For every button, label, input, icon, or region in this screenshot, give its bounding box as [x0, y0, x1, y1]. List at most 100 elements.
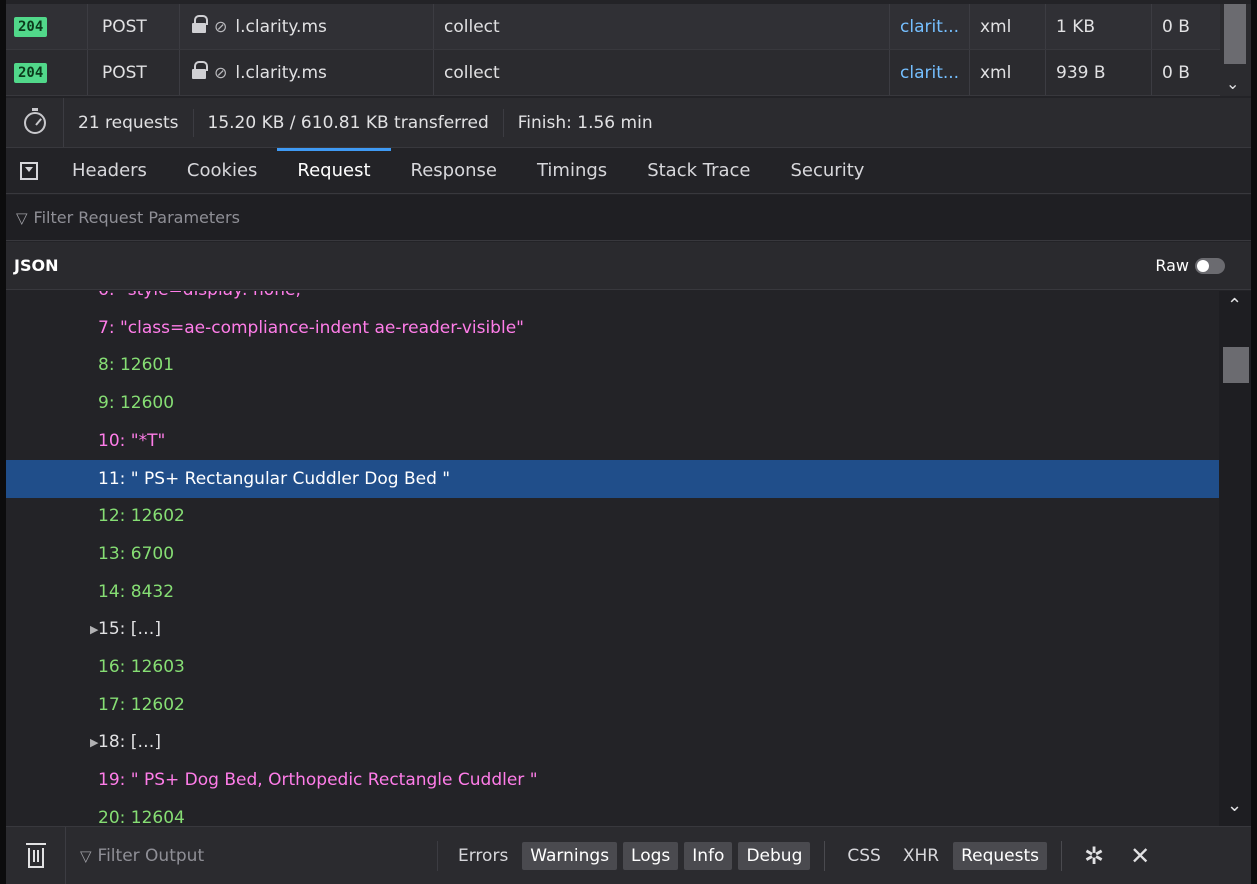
trash-icon	[25, 842, 46, 868]
tab-cookies[interactable]: Cookies	[167, 148, 277, 193]
json-tree-row[interactable]: 10: "*T"	[6, 422, 1219, 460]
json-value: 18: […]	[98, 732, 162, 753]
json-section-header[interactable]: JSON Raw	[6, 242, 1251, 290]
performance-button[interactable]	[6, 98, 64, 147]
json-value: 9: 12600	[98, 393, 175, 414]
json-tree-scrollbar[interactable]: ⌃ ⌄	[1219, 291, 1251, 826]
summary-bar: 21 requests 15.20 KB / 610.81 KB transfe…	[6, 98, 1251, 148]
scrollbar-thumb[interactable]	[1224, 4, 1246, 64]
request-list-scrollbar[interactable]: ⌄	[1220, 4, 1251, 96]
raw-label: Raw	[1155, 256, 1189, 275]
json-tree-row[interactable]: 12: 12602	[6, 497, 1219, 535]
json-value: 15: […]	[98, 619, 162, 640]
method-cell: POST	[88, 4, 180, 49]
json-value: 20: 12604	[98, 807, 185, 826]
json-value: 11: " PS+ Rectangular Cuddler Dog Bed "	[98, 468, 451, 489]
json-value: 19: " PS+ Dog Bed, Orthopedic Rectangle …	[98, 770, 538, 791]
json-value: 7: "class=ae-compliance-indent ae-reader…	[98, 317, 524, 338]
json-tree-row[interactable]: 17: 12602	[6, 686, 1219, 724]
filter-warnings-button[interactable]: Warnings	[522, 841, 618, 870]
file-cell: collect	[434, 4, 890, 49]
gear-icon[interactable]: ✲	[1070, 842, 1118, 870]
filter-output-input[interactable]: ▽ Filter Output	[66, 840, 438, 871]
json-tree-row[interactable]: 20: 12604	[6, 799, 1219, 826]
filter-info-button[interactable]: Info	[684, 841, 733, 870]
raw-switch[interactable]	[1195, 257, 1225, 274]
filter-logs-button[interactable]: Logs	[623, 841, 679, 870]
json-label: JSON	[14, 256, 59, 275]
json-tree-row[interactable]: 9: 12600	[6, 384, 1219, 422]
json-tree-row[interactable]: 7: "class=ae-compliance-indent ae-reader…	[6, 309, 1219, 347]
console-toolbar: ▽ Filter Output Errors Warnings Logs Info De…	[6, 826, 1251, 884]
tracker-icon: ⊘	[214, 17, 228, 36]
json-value: 6: "style=display: none;"	[98, 291, 309, 300]
filter-errors-button[interactable]: Errors	[450, 842, 516, 870]
filter-debug-button[interactable]: Debug	[738, 841, 811, 870]
tab-request[interactable]: Request	[277, 148, 391, 193]
json-value: 17: 12602	[98, 694, 185, 715]
transferred-cell: 939 B	[1046, 50, 1152, 95]
size-cell: 0 B	[1162, 16, 1190, 37]
chevron-up-icon[interactable]: ⌃	[1227, 295, 1242, 316]
twisty-icon[interactable]: ▶	[90, 736, 98, 749]
type-cell: xml	[970, 4, 1046, 49]
divider	[824, 840, 826, 871]
request-row[interactable]: 204 POST ⊘ l.clarity.ms collect clarit..…	[6, 4, 1220, 50]
status-badge: 204	[14, 62, 48, 83]
tracker-icon: ⊘	[214, 63, 228, 82]
tab-security[interactable]: Security	[771, 148, 885, 193]
json-tree-row[interactable]: 8: 12601	[6, 346, 1219, 384]
filter-css-button[interactable]: CSS	[839, 842, 888, 870]
initiator-link[interactable]: clarit...	[890, 50, 970, 95]
tab-timings[interactable]: Timings	[517, 148, 627, 193]
file-cell: collect	[434, 50, 890, 95]
raw-toggle[interactable]: Raw	[1155, 256, 1225, 275]
filter-output-placeholder: Filter Output	[97, 845, 205, 866]
timer-icon	[23, 107, 46, 134]
status-badge: 204	[14, 16, 48, 37]
json-tree: 6: "style=display: none;" 7: "class=ae-co…	[6, 291, 1219, 826]
panel-toggle-icon	[20, 161, 38, 180]
json-tree-row[interactable]: 19: " PS+ Dog Bed, Orthopedic Rectangle …	[6, 761, 1219, 799]
twisty-icon[interactable]: ▶	[90, 623, 98, 636]
json-tree-row[interactable]: 11: " PS+ Rectangular Cuddler Dog Bed "	[6, 459, 1219, 498]
details-tabs: Headers Cookies Request Response Timings…	[6, 148, 1251, 194]
scrollbar-thumb[interactable]	[1223, 347, 1249, 383]
request-row[interactable]: 204 POST ⊘ l.clarity.ms collect clarit..…	[6, 50, 1220, 96]
json-tree-row[interactable]: 14: 8432	[6, 573, 1219, 611]
devtools-network-panel: 204 POST ⊘ l.clarity.ms collect clarit..…	[6, 0, 1251, 884]
size-cell: 0 B	[1162, 62, 1190, 83]
chevron-down-icon[interactable]: ⌄	[1227, 795, 1242, 816]
method-cell: POST	[88, 50, 180, 95]
json-tree-row[interactable]: 6: "style=display: none;"	[6, 291, 1219, 309]
json-value: 13: 6700	[98, 543, 175, 564]
clear-button[interactable]	[6, 827, 66, 884]
json-value: 8: 12601	[98, 355, 175, 376]
filter-request-parameters-input[interactable]: ▽ Filter Request Parameters	[6, 195, 1251, 241]
lock-icon	[192, 14, 208, 33]
type-cell: xml	[970, 50, 1046, 95]
json-tree-row[interactable]: 16: 12603	[6, 648, 1219, 686]
chevron-down-icon[interactable]: ⌄	[1226, 74, 1239, 93]
json-value: 12: 12602	[98, 506, 185, 527]
filter-requests-button[interactable]: Requests	[953, 841, 1047, 870]
close-icon[interactable]: ✕	[1118, 842, 1150, 870]
json-tree-row[interactable]: ▶ 15: […]	[6, 610, 1219, 648]
divider	[1061, 840, 1062, 871]
filter-xhr-button[interactable]: XHR	[895, 842, 947, 870]
initiator-link[interactable]: clarit...	[890, 4, 970, 49]
toggle-panel-button[interactable]	[6, 148, 52, 193]
request-count: 21 requests	[64, 108, 194, 137]
filter-placeholder: Filter Request Parameters	[33, 208, 240, 227]
json-value: 10: "*T"	[98, 430, 166, 451]
json-tree-row[interactable]: ▶ 18: […]	[6, 723, 1219, 761]
tab-stack-trace[interactable]: Stack Trace	[627, 148, 770, 193]
transferred-summary: 15.20 KB / 610.81 KB transferred	[194, 108, 504, 137]
domain-text: l.clarity.ms	[235, 62, 327, 83]
lock-icon	[192, 60, 208, 79]
domain-text: l.clarity.ms	[235, 16, 327, 37]
json-tree-row[interactable]: 13: 6700	[6, 535, 1219, 573]
tab-headers[interactable]: Headers	[52, 148, 167, 193]
tab-response[interactable]: Response	[391, 148, 517, 193]
json-value: 14: 8432	[98, 581, 175, 602]
